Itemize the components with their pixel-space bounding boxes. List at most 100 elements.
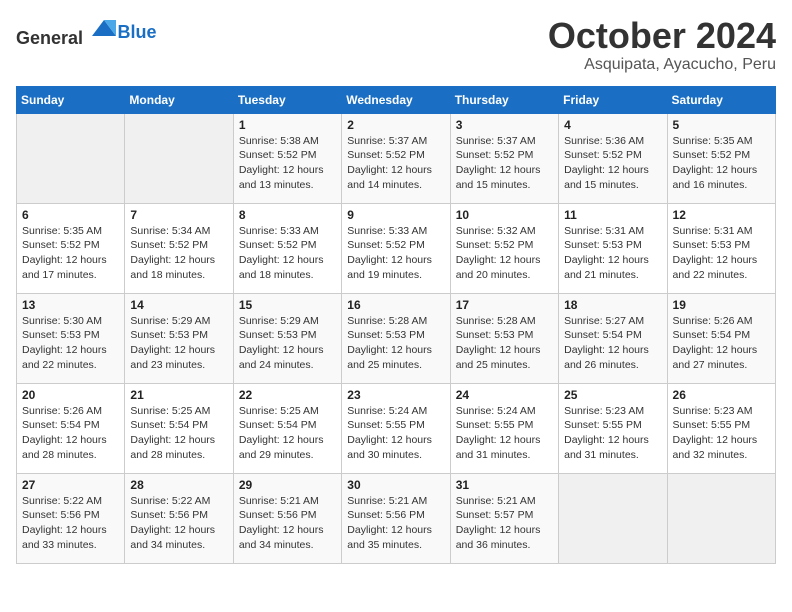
calendar-cell: 28Sunrise: 5:22 AM Sunset: 5:56 PM Dayli… bbox=[125, 473, 233, 563]
day-number: 9 bbox=[347, 208, 444, 222]
calendar-cell: 5 Sunrise: 5:35 AM Sunset: 5:52 PM Daylig… bbox=[667, 113, 775, 203]
calendar-cell: 8Sunrise: 5:33 AM Sunset: 5:52 PM Daylig… bbox=[233, 203, 341, 293]
day-info: Sunrise: 5:36 AM Sunset: 5:52 PM Dayligh… bbox=[564, 134, 661, 193]
calendar-cell: 17Sunrise: 5:28 AM Sunset: 5:53 PM Dayli… bbox=[450, 293, 558, 383]
day-number: 31 bbox=[456, 478, 553, 492]
day-number: 21 bbox=[130, 388, 227, 402]
calendar-cell: 22 Sunrise: 5:25 AM Sunset: 5:54 PM Dayli… bbox=[233, 383, 341, 473]
calendar-cell: 24 Sunrise: 5:24 AM Sunset: 5:55 PM Dayli… bbox=[450, 383, 558, 473]
calendar-cell: 29 Sunrise: 5:21 AM Sunset: 5:56 PM Dayli… bbox=[233, 473, 341, 563]
day-info: Sunrise: 5:28 AM Sunset: 5:53 PM Dayligh… bbox=[347, 314, 444, 373]
day-number: 19 bbox=[673, 298, 770, 312]
calendar-cell: 18Sunrise: 5:27 AM Sunset: 5:54 PM Dayli… bbox=[559, 293, 667, 383]
day-info: Sunrise: 5:21 AM Sunset: 5:56 PM Dayligh… bbox=[347, 494, 444, 553]
day-number: 29 bbox=[239, 478, 336, 492]
day-info: Sunrise: 5:23 AM Sunset: 5:55 PM Dayligh… bbox=[564, 404, 661, 463]
day-info: Sunrise: 5:28 AM Sunset: 5:53 PM Dayligh… bbox=[456, 314, 553, 373]
day-info: Sunrise: 5:21 AM Sunset: 5:57 PM Dayligh… bbox=[456, 494, 553, 553]
calendar-cell: 13 Sunrise: 5:30 AM Sunset: 5:53 PM Dayli… bbox=[17, 293, 125, 383]
day-number: 10 bbox=[456, 208, 553, 222]
calendar-cell: 4 Sunrise: 5:36 AM Sunset: 5:52 PM Daylig… bbox=[559, 113, 667, 203]
day-info: Sunrise: 5:34 AM Sunset: 5:52 PM Dayligh… bbox=[130, 224, 227, 283]
calendar-cell: 31 Sunrise: 5:21 AM Sunset: 5:57 PM Dayli… bbox=[450, 473, 558, 563]
day-number: 7 bbox=[130, 208, 227, 222]
day-number: 4 bbox=[564, 118, 661, 132]
calendar-cell: 10 Sunrise: 5:32 AM Sunset: 5:52 PM Dayli… bbox=[450, 203, 558, 293]
logo-text-general: General bbox=[16, 28, 83, 48]
header-monday: Monday bbox=[125, 86, 233, 113]
calendar-cell bbox=[125, 113, 233, 203]
day-info: Sunrise: 5:29 AM Sunset: 5:53 PM Dayligh… bbox=[239, 314, 336, 373]
header-sunday: Sunday bbox=[17, 86, 125, 113]
calendar-week-3: 13 Sunrise: 5:30 AM Sunset: 5:53 PM Dayli… bbox=[17, 293, 776, 383]
day-info: Sunrise: 5:24 AM Sunset: 5:55 PM Dayligh… bbox=[347, 404, 444, 463]
day-info: Sunrise: 5:29 AM Sunset: 5:53 PM Dayligh… bbox=[130, 314, 227, 373]
calendar-cell bbox=[17, 113, 125, 203]
calendar-cell: 3 Sunrise: 5:37 AM Sunset: 5:52 PM Daylig… bbox=[450, 113, 558, 203]
day-number: 3 bbox=[456, 118, 553, 132]
calendar-cell: 25 Sunrise: 5:23 AM Sunset: 5:55 PM Dayli… bbox=[559, 383, 667, 473]
day-info: Sunrise: 5:25 AM Sunset: 5:54 PM Dayligh… bbox=[239, 404, 336, 463]
calendar-cell: 9 Sunrise: 5:33 AM Sunset: 5:52 PM Daylig… bbox=[342, 203, 450, 293]
day-info: Sunrise: 5:30 AM Sunset: 5:53 PM Dayligh… bbox=[22, 314, 119, 373]
calendar-cell: 19 Sunrise: 5:26 AM Sunset: 5:54 PM Dayli… bbox=[667, 293, 775, 383]
calendar-cell: 2 Sunrise: 5:37 AM Sunset: 5:52 PM Daylig… bbox=[342, 113, 450, 203]
title-area: October 2024 Asquipata, Ayacucho, Peru bbox=[548, 16, 776, 74]
day-number: 16 bbox=[347, 298, 444, 312]
day-number: 24 bbox=[456, 388, 553, 402]
day-number: 11 bbox=[564, 208, 661, 222]
day-info: Sunrise: 5:21 AM Sunset: 5:56 PM Dayligh… bbox=[239, 494, 336, 553]
calendar-cell: 23 Sunrise: 5:24 AM Sunset: 5:55 PM Dayli… bbox=[342, 383, 450, 473]
logo: General Blue bbox=[16, 16, 157, 49]
day-info: Sunrise: 5:25 AM Sunset: 5:54 PM Dayligh… bbox=[130, 404, 227, 463]
day-info: Sunrise: 5:37 AM Sunset: 5:52 PM Dayligh… bbox=[347, 134, 444, 193]
calendar-cell: 14 Sunrise: 5:29 AM Sunset: 5:53 PM Dayli… bbox=[125, 293, 233, 383]
day-info: Sunrise: 5:35 AM Sunset: 5:52 PM Dayligh… bbox=[673, 134, 770, 193]
day-info: Sunrise: 5:31 AM Sunset: 5:53 PM Dayligh… bbox=[564, 224, 661, 283]
day-number: 14 bbox=[130, 298, 227, 312]
day-number: 8 bbox=[239, 208, 336, 222]
day-number: 20 bbox=[22, 388, 119, 402]
calendar-cell bbox=[667, 473, 775, 563]
calendar-week-5: 27Sunrise: 5:22 AM Sunset: 5:56 PM Dayli… bbox=[17, 473, 776, 563]
logo-text-blue: Blue bbox=[118, 22, 157, 42]
day-info: Sunrise: 5:26 AM Sunset: 5:54 PM Dayligh… bbox=[673, 314, 770, 373]
day-number: 22 bbox=[239, 388, 336, 402]
day-info: Sunrise: 5:33 AM Sunset: 5:52 PM Dayligh… bbox=[347, 224, 444, 283]
calendar-cell: 6Sunrise: 5:35 AM Sunset: 5:52 PM Daylig… bbox=[17, 203, 125, 293]
day-number: 23 bbox=[347, 388, 444, 402]
calendar-cell: 21 Sunrise: 5:25 AM Sunset: 5:54 PM Dayli… bbox=[125, 383, 233, 473]
header-thursday: Thursday bbox=[450, 86, 558, 113]
calendar-cell: 1Sunrise: 5:38 AM Sunset: 5:52 PM Daylig… bbox=[233, 113, 341, 203]
header: General Blue October 2024 Asquipata, Aya… bbox=[16, 16, 776, 74]
day-info: Sunrise: 5:27 AM Sunset: 5:54 PM Dayligh… bbox=[564, 314, 661, 373]
calendar-week-4: 20 Sunrise: 5:26 AM Sunset: 5:54 PM Dayli… bbox=[17, 383, 776, 473]
header-friday: Friday bbox=[559, 86, 667, 113]
day-number: 1 bbox=[239, 118, 336, 132]
calendar-cell bbox=[559, 473, 667, 563]
day-number: 2 bbox=[347, 118, 444, 132]
day-info: Sunrise: 5:37 AM Sunset: 5:52 PM Dayligh… bbox=[456, 134, 553, 193]
month-title: October 2024 bbox=[548, 16, 776, 56]
calendar-cell: 16 Sunrise: 5:28 AM Sunset: 5:53 PM Dayli… bbox=[342, 293, 450, 383]
calendar-cell: 11 Sunrise: 5:31 AM Sunset: 5:53 PM Dayli… bbox=[559, 203, 667, 293]
calendar-table: Sunday Monday Tuesday Wednesday Thursday… bbox=[16, 86, 776, 564]
day-info: Sunrise: 5:31 AM Sunset: 5:53 PM Dayligh… bbox=[673, 224, 770, 283]
day-info: Sunrise: 5:32 AM Sunset: 5:52 PM Dayligh… bbox=[456, 224, 553, 283]
header-wednesday: Wednesday bbox=[342, 86, 450, 113]
day-number: 6 bbox=[22, 208, 119, 222]
day-info: Sunrise: 5:22 AM Sunset: 5:56 PM Dayligh… bbox=[22, 494, 119, 553]
calendar-cell: 27Sunrise: 5:22 AM Sunset: 5:56 PM Dayli… bbox=[17, 473, 125, 563]
day-number: 15 bbox=[239, 298, 336, 312]
day-number: 12 bbox=[673, 208, 770, 222]
header-tuesday: Tuesday bbox=[233, 86, 341, 113]
day-info: Sunrise: 5:26 AM Sunset: 5:54 PM Dayligh… bbox=[22, 404, 119, 463]
day-number: 13 bbox=[22, 298, 119, 312]
day-info: Sunrise: 5:24 AM Sunset: 5:55 PM Dayligh… bbox=[456, 404, 553, 463]
day-number: 5 bbox=[673, 118, 770, 132]
calendar-cell: 26Sunrise: 5:23 AM Sunset: 5:55 PM Dayli… bbox=[667, 383, 775, 473]
day-info: Sunrise: 5:22 AM Sunset: 5:56 PM Dayligh… bbox=[130, 494, 227, 553]
day-number: 25 bbox=[564, 388, 661, 402]
calendar-week-2: 6Sunrise: 5:35 AM Sunset: 5:52 PM Daylig… bbox=[17, 203, 776, 293]
header-saturday: Saturday bbox=[667, 86, 775, 113]
